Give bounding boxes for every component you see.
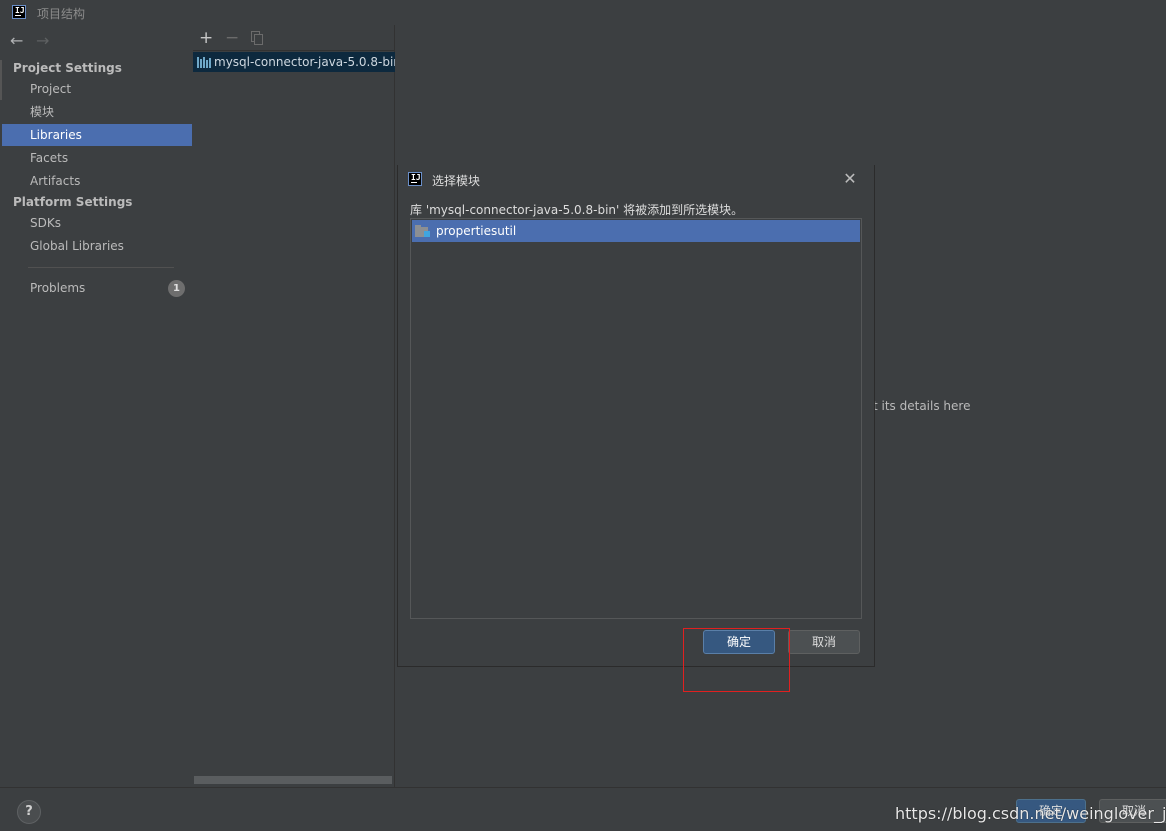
dialog-cancel-button[interactable]: 取消 — [788, 630, 860, 654]
forward-arrow-icon[interactable]: → — [36, 31, 49, 50]
watermark-text: https://blog.csdn.net/weinglover_java — [895, 804, 1166, 823]
horizontal-scrollbar[interactable] — [194, 776, 392, 784]
intellij-logo-icon: IJ — [408, 172, 422, 186]
window-title: 项目结构 — [37, 7, 86, 21]
back-arrow-icon[interactable]: ← — [10, 31, 23, 50]
sidebar-item-modules[interactable]: 模块 — [2, 101, 192, 123]
module-list: propertiesutil — [410, 218, 862, 619]
sidebar-item-label: 模块 — [30, 105, 55, 119]
sidebar-item-sdks[interactable]: SDKs — [2, 212, 192, 234]
dialog-title: 选择模块 — [432, 174, 481, 188]
module-item-propertiesutil[interactable]: propertiesutil — [412, 220, 860, 242]
sidebar-item-project[interactable]: Project — [2, 78, 192, 100]
problems-count-badge: 1 — [168, 280, 185, 297]
toolbar-divider — [193, 50, 395, 51]
close-icon[interactable]: ✕ — [842, 168, 858, 190]
sidebar-item-label: Facets — [30, 151, 69, 165]
annotation-highlight-box — [683, 628, 790, 692]
sidebar-item-label: Problems — [30, 281, 86, 295]
intellij-logo-icon: IJ — [12, 5, 26, 19]
settings-sidebar: ← → Project Settings Project 模块 Librarie… — [2, 25, 192, 787]
sidebar-item-label: Artifacts — [30, 174, 81, 188]
copy-library-icon[interactable] — [251, 31, 263, 45]
sidebar-item-label: Global Libraries — [30, 239, 124, 253]
project-settings-heading: Project Settings — [13, 61, 122, 75]
title-bar: IJ 项目结构 — [0, 0, 1166, 25]
sidebar-item-artifacts[interactable]: Artifacts — [2, 170, 192, 192]
remove-library-icon[interactable]: − — [225, 28, 239, 48]
library-item-mysql-connector[interactable]: mysql-connector-java-5.0.8-bin — [193, 52, 395, 72]
help-button[interactable]: ? — [17, 800, 41, 824]
sidebar-item-label: SDKs — [30, 216, 61, 230]
module-folder-icon — [415, 225, 430, 237]
library-jar-icon — [197, 57, 211, 68]
sidebar-item-facets[interactable]: Facets — [2, 147, 192, 169]
module-item-label: propertiesutil — [436, 224, 517, 238]
libraries-panel: + − mysql-connector-java-5.0.8-bin — [193, 25, 395, 787]
sidebar-item-label: Project — [30, 82, 72, 96]
sidebar-item-libraries[interactable]: Libraries — [2, 124, 192, 146]
dialog-message: 库 'mysql-connector-java-5.0.8-bin' 将被添加到… — [410, 203, 744, 217]
sidebar-item-global-libraries[interactable]: Global Libraries — [2, 235, 192, 257]
sidebar-divider — [28, 267, 174, 268]
add-library-icon[interactable]: + — [199, 28, 213, 48]
sidebar-item-label: Libraries — [30, 128, 82, 142]
choose-modules-dialog: IJ 选择模块 ✕ 库 'mysql-connector-java-5.0.8-… — [397, 165, 875, 667]
platform-settings-heading: Platform Settings — [13, 195, 133, 209]
sidebar-item-problems[interactable]: Problems — [2, 277, 192, 299]
details-placeholder-text: t its details here — [873, 399, 971, 413]
library-item-label: mysql-connector-java-5.0.8-bin — [214, 55, 395, 69]
bottom-bar: ? 确定 取消 https://blog.csdn.net/weinglover… — [0, 787, 1166, 831]
